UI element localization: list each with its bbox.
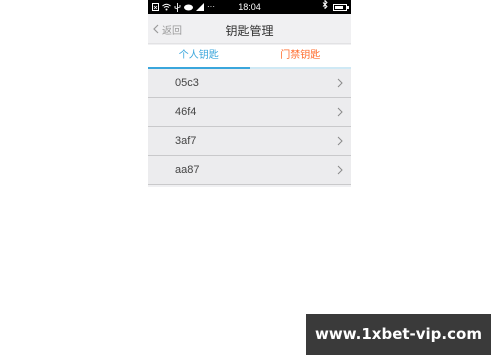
key-label: 3af7 [175, 135, 197, 147]
status-icons-right [322, 0, 349, 14]
tab-door-access-keys[interactable]: 门禁钥匙 [249, 45, 351, 69]
chevron-right-icon [337, 107, 343, 117]
chevron-right-icon [337, 136, 343, 146]
phone-screen: ··· 18:04 返回 钥匙管理 个人钥匙 门禁钥匙 05c3 46f4 3a… [148, 0, 351, 187]
key-label: aa87 [175, 164, 200, 176]
list-item[interactable]: 3af7 [148, 127, 351, 156]
status-time: 18:04 [238, 2, 261, 12]
list-item[interactable]: aa87 [148, 156, 351, 185]
watermark-banner: www.1xbet-vip.com [306, 314, 491, 355]
navigation-bar: 返回 钥匙管理 [148, 14, 351, 44]
battery-icon [333, 3, 349, 11]
key-label: 05c3 [175, 77, 199, 89]
list-item[interactable]: 05c3 [148, 69, 351, 98]
key-label: 46f4 [175, 106, 197, 118]
status-bar: ··· 18:04 [148, 0, 351, 14]
chevron-right-icon [337, 78, 343, 88]
tab-personal-keys[interactable]: 个人钥匙 [148, 45, 250, 69]
page-title: 钥匙管理 [225, 24, 274, 38]
chevron-right-icon [337, 165, 343, 175]
bluetooth-icon [322, 0, 328, 14]
list-item[interactable]: 46f4 [148, 98, 351, 127]
key-list: 05c3 46f4 3af7 aa87 [148, 69, 351, 185]
key-type-tabs: 个人钥匙 门禁钥匙 [148, 45, 351, 69]
